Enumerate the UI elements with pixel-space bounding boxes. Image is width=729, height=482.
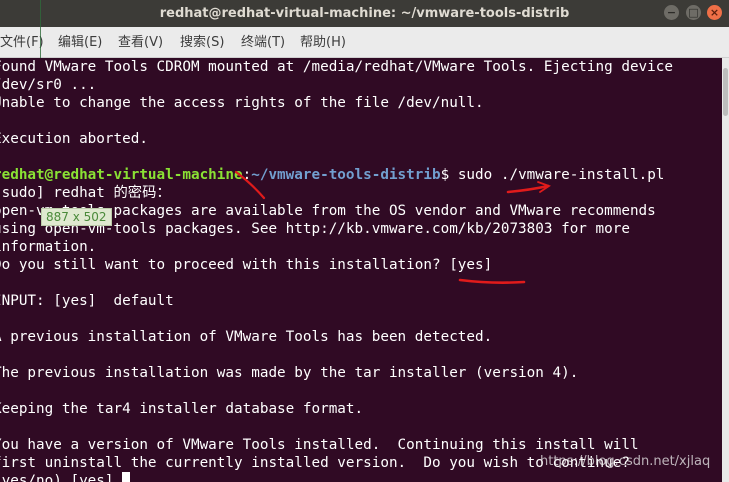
- annotation-stroke-prompt: [234, 170, 266, 200]
- annotation-overlay: [234, 170, 551, 284]
- annotation-underline-yes: [458, 278, 526, 284]
- terminal-scrollbar[interactable]: [722, 58, 729, 482]
- size-badge: 887 x 502: [41, 208, 112, 226]
- scrollbar-thumb[interactable]: [723, 68, 728, 116]
- watermark: https://blog.csdn.net/xjlaq: [540, 454, 711, 469]
